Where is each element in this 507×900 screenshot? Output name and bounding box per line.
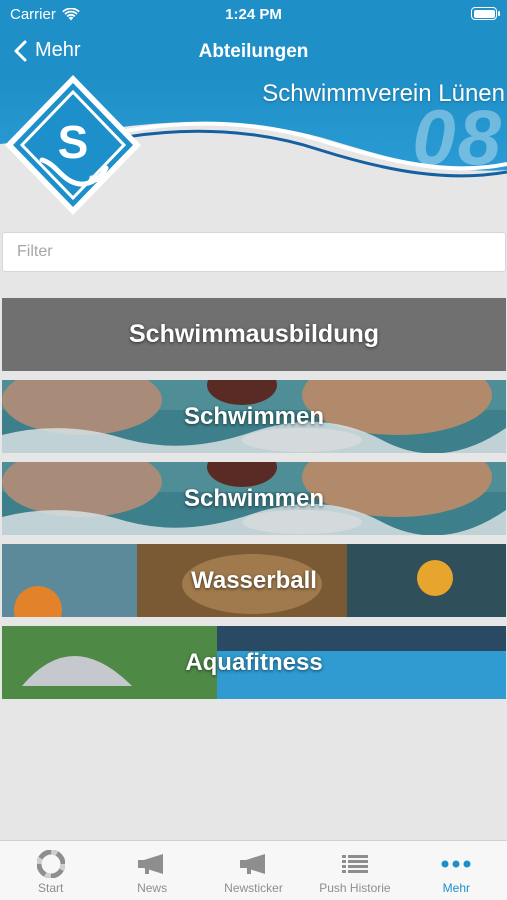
department-tile-schwimmen[interactable]: Schwimmen bbox=[2, 462, 506, 535]
department-label: Wasserball bbox=[191, 566, 317, 594]
megaphone-icon bbox=[239, 854, 265, 874]
megaphone-icon bbox=[138, 854, 164, 874]
tab-bar: Start News Newsticker Push Historie Mehr bbox=[0, 840, 507, 900]
tab-mehr[interactable]: Mehr bbox=[406, 841, 507, 900]
svg-text:S: S bbox=[58, 116, 89, 168]
svg-text:08: 08 bbox=[89, 174, 99, 184]
battery-icon bbox=[471, 7, 500, 20]
tab-label: Mehr bbox=[442, 881, 470, 895]
back-button[interactable]: Mehr bbox=[14, 39, 81, 62]
status-time: 1:24 PM bbox=[225, 6, 282, 23]
department-tile-aquafitness[interactable]: Aquafitness bbox=[2, 626, 506, 699]
club-name: Schwimmverein Lünen bbox=[262, 80, 505, 107]
more-dots-icon bbox=[441, 860, 471, 868]
tab-start[interactable]: Start bbox=[0, 841, 101, 900]
lifebuoy-icon bbox=[36, 850, 65, 878]
tab-news[interactable]: News bbox=[101, 841, 202, 900]
list-icon bbox=[341, 855, 368, 873]
section-header-schwimmausbildung[interactable]: Schwimmausbildung bbox=[2, 298, 506, 371]
navigation-bar: Mehr Abteilungen bbox=[0, 30, 507, 76]
tab-push-historie[interactable]: Push Historie bbox=[304, 841, 405, 900]
tab-label: Push Historie bbox=[319, 881, 391, 895]
back-label: Mehr bbox=[35, 39, 81, 61]
tab-label: News bbox=[137, 881, 168, 895]
department-label: Schwimmen bbox=[183, 484, 325, 512]
tab-newsticker[interactable]: Newsticker bbox=[203, 841, 304, 900]
filter-input[interactable] bbox=[2, 232, 506, 272]
tab-label: Newsticker bbox=[224, 881, 283, 895]
department-label: Aquafitness bbox=[185, 648, 323, 676]
department-tile-wasserball[interactable]: Wasserball bbox=[2, 544, 506, 617]
section-header-label: Schwimmausbildung bbox=[128, 320, 380, 348]
club-logo: S 08 bbox=[5, 75, 141, 215]
department-label: Schwimmen bbox=[183, 402, 325, 430]
tab-label: Start bbox=[38, 881, 64, 895]
chevron-left-icon bbox=[14, 40, 27, 61]
department-tile-schwimmen[interactable]: Schwimmen bbox=[2, 380, 506, 453]
status-bar: Carrier 1:24 PM bbox=[0, 0, 507, 28]
